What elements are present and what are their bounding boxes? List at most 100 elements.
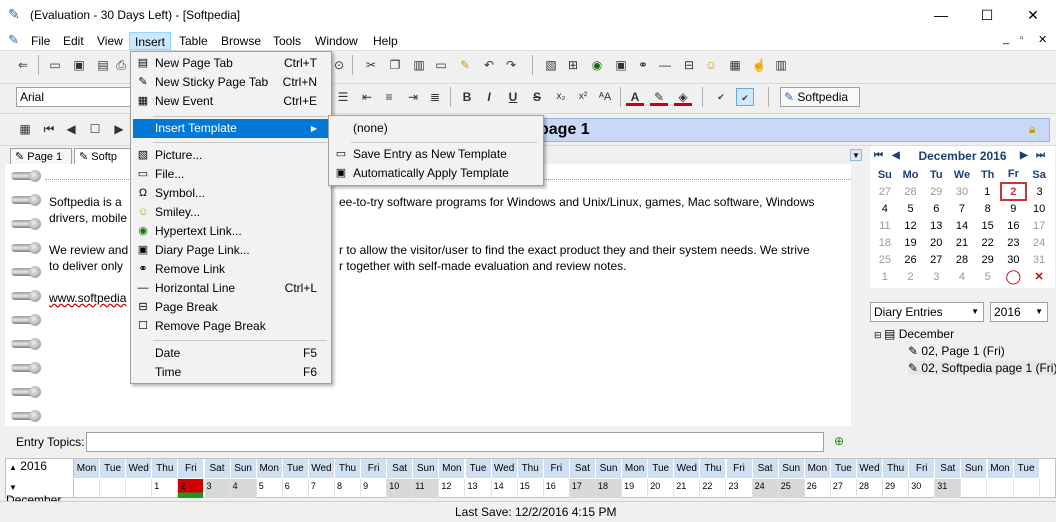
calendar-day[interactable]: 3: [1026, 183, 1052, 200]
timeline-day-cell[interactable]: 22: [700, 479, 727, 498]
autospell-icon[interactable]: ✔: [736, 88, 754, 106]
editor-scrollbar[interactable]: [851, 164, 865, 426]
cut-icon[interactable]: ✂: [362, 56, 380, 74]
italic-icon[interactable]: I: [480, 88, 498, 106]
calendar-clear-button[interactable]: ✕: [1026, 268, 1052, 285]
calendar-day[interactable]: 27: [872, 183, 898, 200]
page-frame-icon[interactable]: ☐: [86, 120, 104, 138]
calendar-day[interactable]: 26: [898, 251, 924, 268]
calendar-day[interactable]: 28: [949, 251, 975, 268]
timeline-day-cell[interactable]: 13: [466, 479, 492, 498]
mdi-restore-icon[interactable]: ▫: [1020, 33, 1024, 44]
page-list-icon[interactable]: ▦: [16, 120, 34, 138]
calendar-day[interactable]: 6: [923, 200, 949, 217]
menu-smiley[interactable]: ☺ Smiley...: [133, 203, 329, 222]
collapse-icon[interactable]: ⊟: [874, 330, 884, 340]
timeline-day-cell[interactable]: [100, 479, 127, 498]
menu-date[interactable]: Date F5: [133, 344, 329, 363]
menu-window[interactable]: Window: [310, 32, 363, 50]
template-none[interactable]: (none): [331, 119, 541, 138]
calendar-today-button[interactable]: ◯: [1001, 268, 1027, 285]
timeline-day-cell[interactable]: 17: [569, 479, 596, 498]
page-icon[interactable]: ▤: [94, 56, 112, 74]
format-painter-icon[interactable]: ✎: [456, 56, 474, 74]
calendar-day[interactable]: 2: [898, 268, 924, 285]
tab-softpedia[interactable]: ✎ Softp: [74, 148, 134, 164]
smiley-icon[interactable]: ☺: [702, 56, 720, 74]
timeline-day-cell[interactable]: 15: [518, 479, 544, 498]
remove-link-icon[interactable]: ⚭: [634, 56, 652, 74]
menu-picture[interactable]: ▧ Picture...: [133, 146, 329, 165]
copy-icon[interactable]: ❐: [386, 56, 404, 74]
timeline-day-cell[interactable]: [126, 479, 153, 498]
picture-icon[interactable]: ▧: [542, 56, 560, 74]
next-year-icon[interactable]: ⏭: [1036, 146, 1045, 166]
style-combo[interactable]: ✎ Softpedia: [780, 87, 860, 107]
menu-horizontal-line[interactable]: — Horizontal Line Ctrl+L: [133, 279, 329, 298]
calendar-day[interactable]: 30: [1001, 251, 1027, 268]
bold-icon[interactable]: B: [458, 88, 476, 106]
timeline-day-cell[interactable]: 6: [283, 479, 309, 498]
timeline-day-cell[interactable]: 7: [309, 479, 335, 498]
tabs-dropdown-icon[interactable]: ▼: [850, 149, 862, 161]
timeline-day-cell[interactable]: 31: [935, 479, 962, 498]
timeline-day-cell[interactable]: 21: [674, 479, 701, 498]
first-page-icon[interactable]: ⏮: [40, 120, 58, 138]
minimize-button[interactable]: —: [918, 0, 964, 30]
menu-new-sticky-page-tab[interactable]: ✎ New Sticky Page Tab Ctrl+N: [133, 73, 329, 92]
clipboard-icon[interactable]: ▥: [772, 56, 790, 74]
calendar-day[interactable]: 14: [949, 217, 975, 234]
tree-entry[interactable]: ✎ 02, Page 1 (Fri): [908, 344, 1005, 358]
menu-view[interactable]: View: [92, 32, 128, 50]
menu-page-break[interactable]: ⊟ Page Break: [133, 298, 329, 317]
timeline-day-cell[interactable]: 4: [230, 479, 257, 498]
calendar-day[interactable]: 23: [1001, 234, 1027, 251]
calendar-day[interactable]: 29: [975, 251, 1001, 268]
font-combo[interactable]: Arial: [16, 87, 131, 107]
font-size-icon[interactable]: ᴬA: [596, 88, 614, 106]
touch-icon[interactable]: ☝: [750, 56, 768, 74]
template-save-entry[interactable]: ▭ Save Entry as New Template: [331, 145, 541, 164]
timeline-day-cell[interactable]: 28: [857, 479, 883, 498]
timeline-day-cell[interactable]: 23: [727, 479, 753, 498]
calendar-day[interactable]: 15: [975, 217, 1001, 234]
calendar-day[interactable]: 19: [898, 234, 924, 251]
timeline-day-cell[interactable]: [1014, 479, 1040, 498]
superscript-icon[interactable]: x²: [574, 88, 592, 106]
calendar-day[interactable]: 7: [949, 200, 975, 217]
calendar-day[interactable]: 5: [898, 200, 924, 217]
timeline-day-cell[interactable]: 11: [413, 479, 440, 498]
timeline-day-cell[interactable]: 5: [257, 479, 283, 498]
calendar-day-today[interactable]: 2: [999, 182, 1028, 201]
menu-help[interactable]: Help: [368, 32, 403, 50]
calendar-day[interactable]: 25: [872, 251, 898, 268]
align-center-icon[interactable]: ≡: [380, 88, 398, 106]
template-auto-apply[interactable]: ▣ Automatically Apply Template: [331, 164, 541, 183]
spellcheck-icon[interactable]: ✔: [712, 88, 730, 106]
add-topic-icon[interactable]: ⊕: [834, 434, 844, 448]
prev-page-icon[interactable]: ◀: [62, 120, 80, 138]
outdent-icon[interactable]: ⇥: [404, 88, 422, 106]
next-month-icon[interactable]: ▶: [1020, 146, 1028, 166]
side-scrollbar[interactable]: [1040, 300, 1054, 458]
menu-table[interactable]: Table: [174, 32, 213, 50]
calendar-day[interactable]: 18: [872, 234, 898, 251]
timeline-month[interactable]: ▼ December: [6, 479, 74, 507]
timeline-day-cell[interactable]: 8: [335, 479, 361, 498]
calendar-day[interactable]: 13: [923, 217, 949, 234]
calendar-day[interactable]: 20: [923, 234, 949, 251]
timeline-day-cell[interactable]: 10: [387, 479, 414, 498]
timeline-day-cell[interactable]: 27: [831, 479, 857, 498]
calendar-day[interactable]: 30: [949, 183, 975, 200]
calendar-day[interactable]: 3: [923, 268, 949, 285]
menu-diary-page-link[interactable]: ▣ Diary Page Link...: [133, 241, 329, 260]
timeline-day-cell[interactable]: 9: [361, 479, 388, 498]
menu-time[interactable]: Time F6: [133, 363, 329, 382]
timeline-day-cell[interactable]: 26: [805, 479, 831, 498]
calendar-day[interactable]: 4: [949, 268, 975, 285]
calendar-day[interactable]: 17: [1026, 217, 1052, 234]
subscript-icon[interactable]: x₂: [552, 88, 570, 106]
prev-year-icon[interactable]: ⏮: [874, 146, 883, 166]
font-color-icon[interactable]: A: [626, 88, 644, 106]
timeline-day-cell[interactable]: 30: [909, 479, 936, 498]
